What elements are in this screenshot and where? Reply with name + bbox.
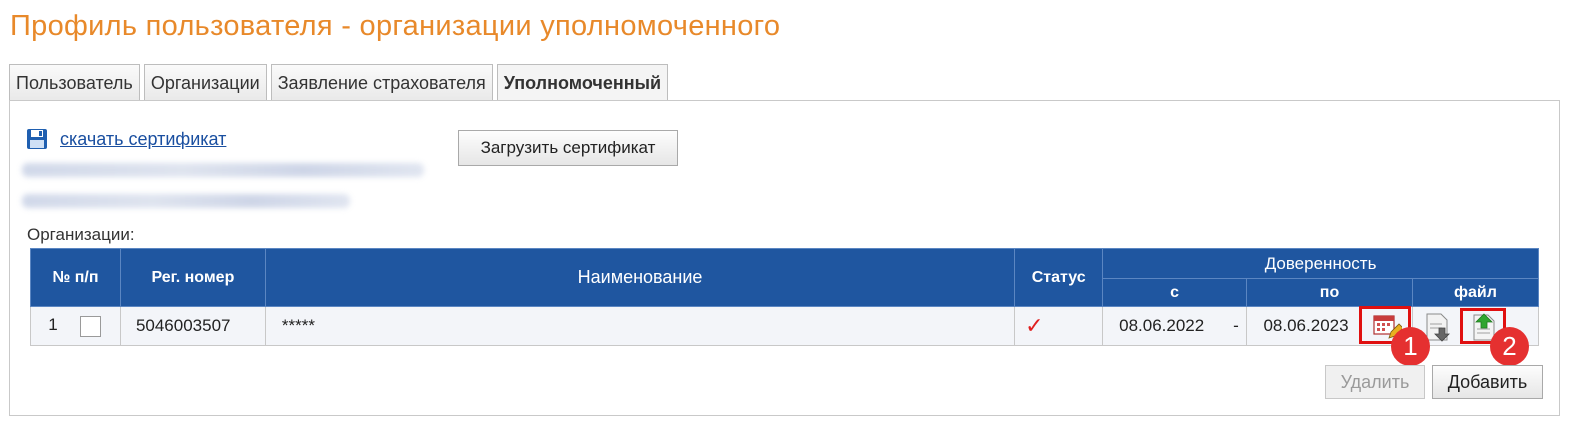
add-button[interactable]: Добавить	[1432, 365, 1543, 399]
row-date-to: 08.06.2023	[1263, 316, 1349, 335]
annotation-badge-1: 1	[1391, 327, 1430, 366]
col-header-num: № п/п	[30, 248, 121, 307]
date-separator: -	[1233, 316, 1239, 335]
page-title: Профиль пользователя - организации уполн…	[10, 10, 781, 42]
col-header-from: с	[1102, 278, 1248, 307]
annotation-badge-2: 2	[1490, 327, 1529, 366]
col-header-file: файл	[1411, 278, 1540, 307]
delete-button[interactable]: Удалить	[1325, 365, 1425, 399]
certificate-info-blurred	[22, 163, 424, 177]
status-check-icon: ✓	[1025, 313, 1044, 338]
upload-certificate-button[interactable]: Загрузить сертификат	[458, 130, 678, 166]
organizations-label: Организации:	[27, 225, 135, 244]
tab-insurer-application[interactable]: Заявление страхователя	[270, 64, 493, 101]
row-date-from: 08.06.2022	[1102, 306, 1248, 346]
tab-organizations[interactable]: Организации	[143, 64, 267, 101]
row-checkbox[interactable]	[79, 315, 101, 337]
tab-bar: Пользователь Организации Заявление страх…	[9, 64, 669, 102]
row-num-cell: 1	[30, 306, 121, 346]
col-header-name: Наименование	[264, 248, 1016, 307]
col-header-reg-number: Рег. номер	[119, 248, 266, 307]
row-name: *****	[264, 306, 1016, 346]
row-reg-number: 5046003507	[119, 306, 266, 346]
row-status-cell: ✓	[1014, 306, 1104, 346]
row-num: 1	[48, 315, 58, 335]
floppy-disk-icon	[26, 128, 48, 150]
table-row: 1 5046003507 ***** ✓ 08.06.2022 - 08.06.…	[30, 306, 1540, 346]
certificate-info-blurred	[22, 194, 350, 208]
download-certificate[interactable]: скачать сертификат	[26, 128, 226, 150]
download-certificate-link[interactable]: скачать сертификат	[60, 129, 226, 150]
col-header-to: по	[1246, 278, 1413, 307]
organizations-table: № п/п Рег. номер Наименование Статус Дов…	[30, 248, 1540, 346]
tab-authorized[interactable]: Уполномоченный	[496, 64, 669, 102]
tab-user[interactable]: Пользователь	[9, 64, 140, 101]
col-header-status: Статус	[1014, 248, 1104, 307]
col-header-proxy: Доверенность	[1102, 248, 1539, 279]
